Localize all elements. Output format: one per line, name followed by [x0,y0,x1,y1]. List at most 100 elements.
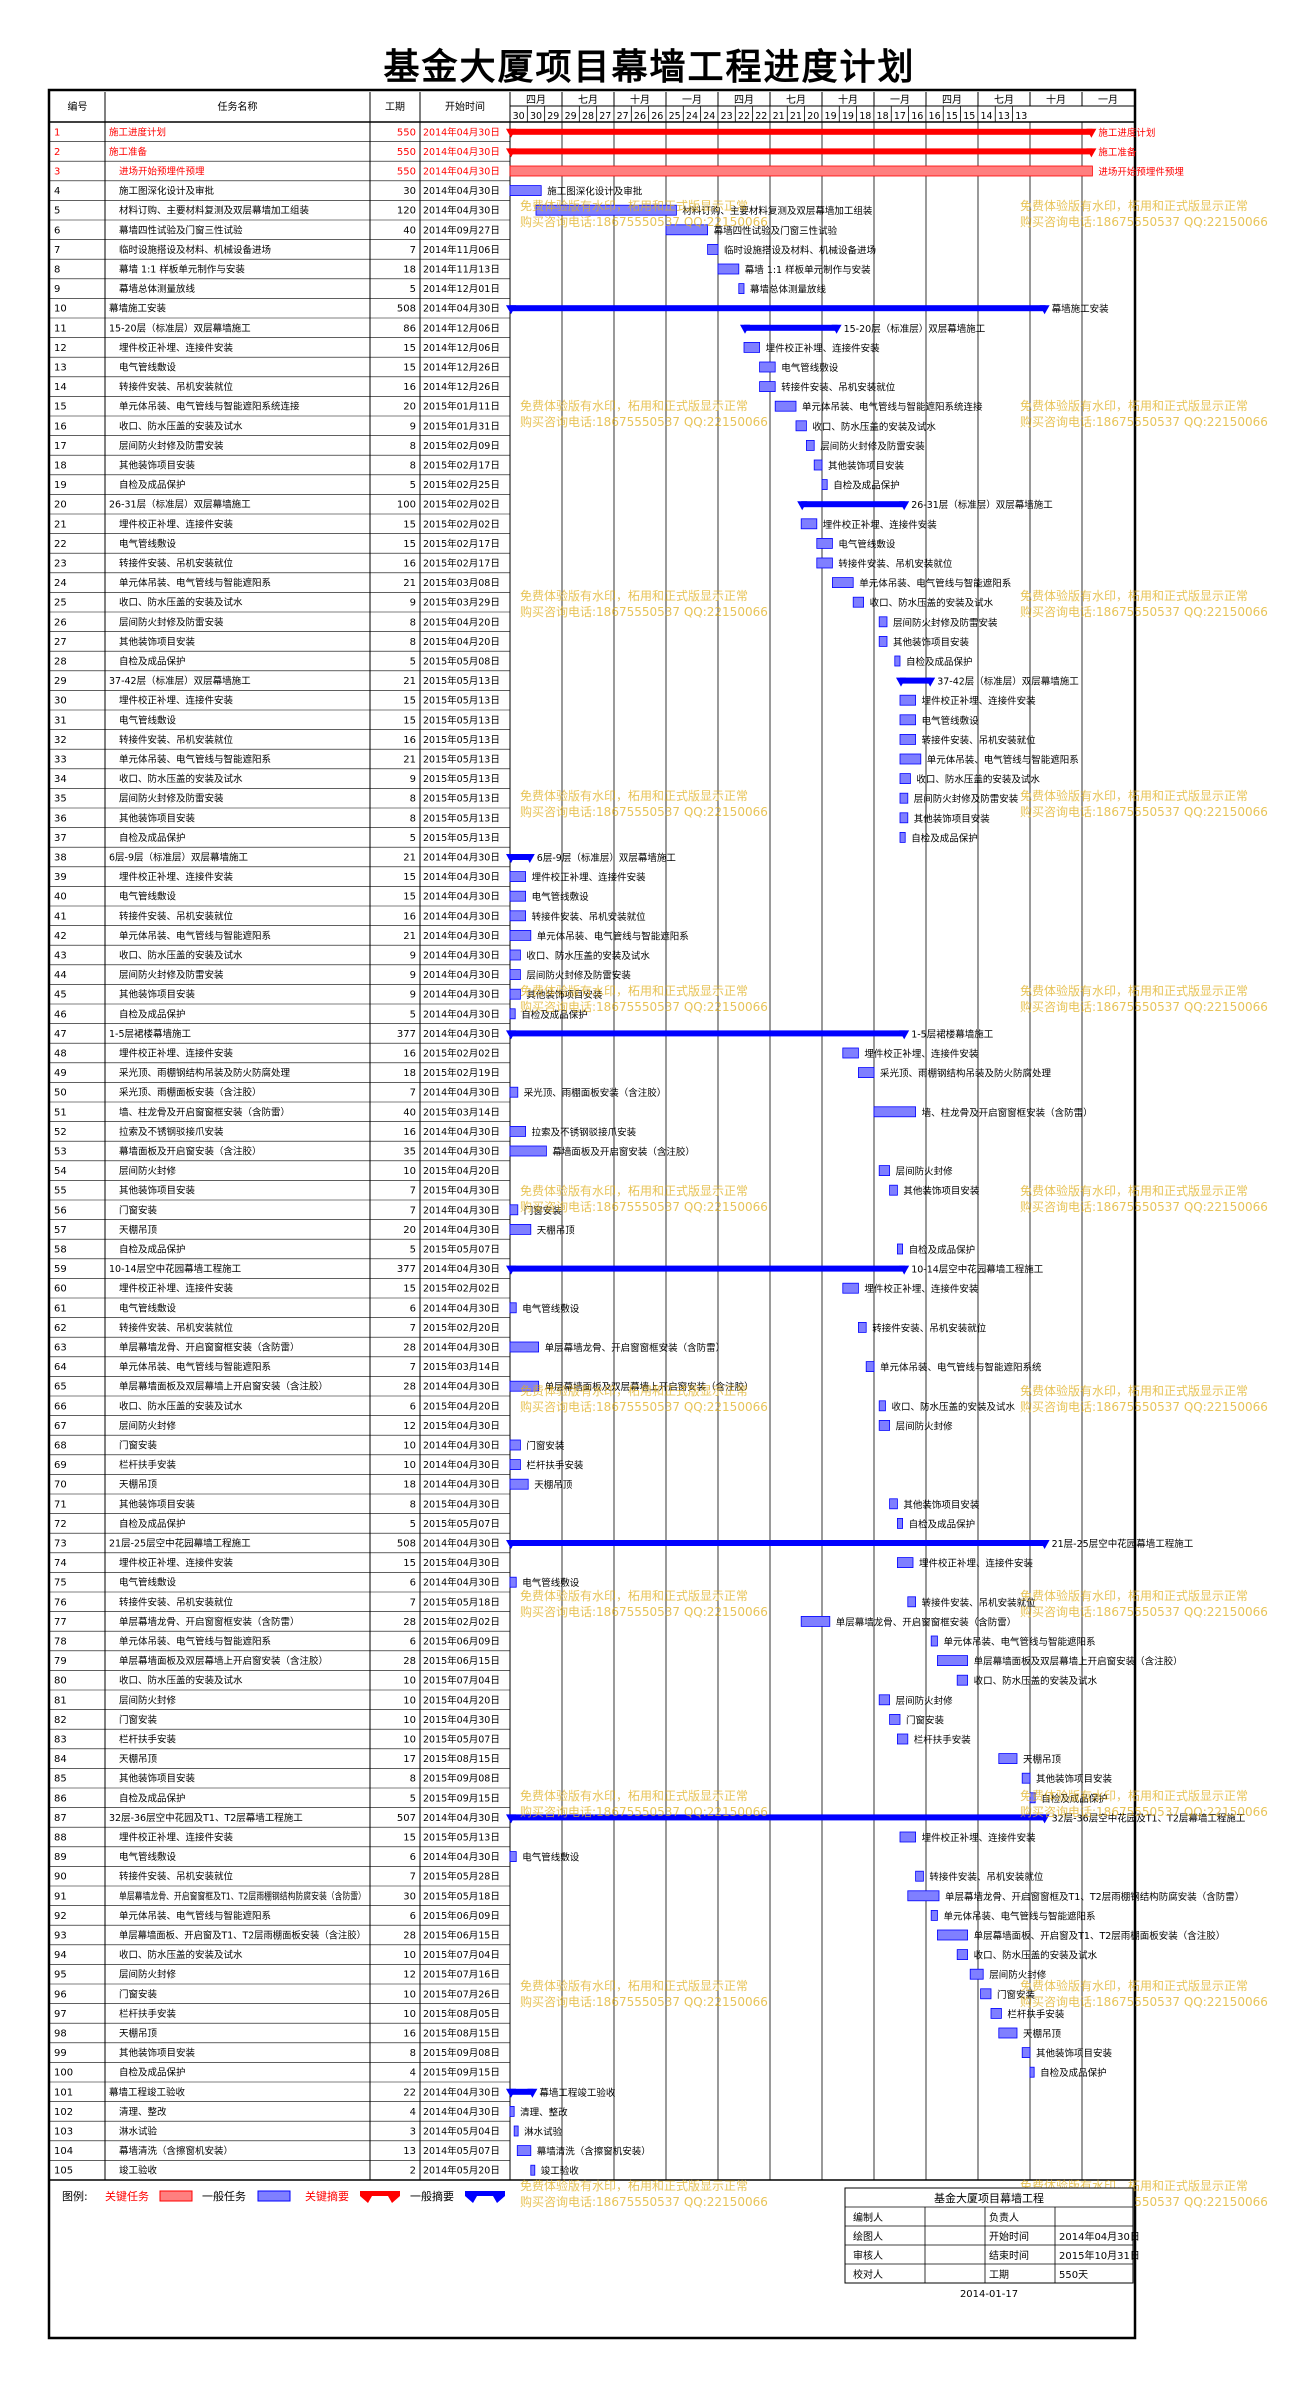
task-duration: 16 [403,382,416,393]
task-id: 72 [54,1519,67,1530]
task-start: 2014年04月30日 [423,1302,500,1314]
task-id: 75 [54,1578,67,1589]
task-duration: 21 [403,676,416,687]
task-bar [956,1949,969,1960]
bar-label: 临时设施搭设及材料、机械设备进场 [724,244,876,256]
watermark-line1: 免费体验版有水印，柘用和正式版显示正常 [520,1183,748,1198]
task-start: 2015年04月30日 [423,1498,500,1510]
task-duration: 16 [403,1049,416,1060]
task-start: 2014年04月30日 [423,1479,500,1491]
task-start: 2015年05月13日 [423,793,500,805]
task-id: 47 [54,1029,67,1040]
task-bar [878,1400,886,1412]
watermark-line2: 购买咨询电话:18675550537 QQ:22150066 [1020,1804,1268,1819]
task-duration: 15 [403,892,416,903]
task-name: 10-14层空中花园幕墙工程施工 [109,1263,242,1275]
task-start: 2014年04月30日 [423,930,500,942]
bar-label: 层间防火封修及防雷安装 [526,970,631,982]
task-duration: 16 [403,735,416,746]
task-duration: 9 [410,970,416,981]
bar-label: 26-31层（标准层）双层幕墙施工 [911,499,1053,511]
task-name: 埋件校正补埋、连接件安装 [119,695,234,707]
legend-normal-summary-swatch [465,2191,505,2203]
task-bar [509,1224,532,1235]
bar-label: 其他装饰项目安装 [1036,1773,1113,1785]
task-id: 37 [54,833,67,844]
task-start: 2014年04月30日 [423,146,500,158]
task-bar [806,439,815,451]
task-id: 58 [54,1245,67,1256]
task-bar [717,263,740,275]
task-id: 8 [54,265,60,276]
task-name: 竣工验收 [119,2165,158,2177]
bar-label: 埋件校正补埋、连接件安装 [766,342,881,354]
bar-label: 单层幕墙面板、开启窗及T1、T2层雨棚面板安装（含注胶） [974,1930,1226,1942]
task-start: 2015年05月13日 [423,773,500,785]
task-bar [509,1459,521,1470]
task-name: 其他装饰项目安装 [119,1498,196,1510]
bar-label: 电气管线敷设 [522,1852,580,1864]
task-duration: 13 [403,2146,416,2157]
task-id: 34 [54,774,67,785]
task-start: 2014年04月30日 [423,1087,500,1099]
task-bar [889,1498,898,1510]
month-label: 四月 [942,94,962,106]
bar-label: 埋件校正补埋、连接件安装 [919,1558,1034,1570]
task-start: 2014年12月06日 [423,342,500,354]
task-bar [813,459,823,471]
task-name: 收口、防水压盖的安装及试水 [119,1675,243,1687]
task-bar [513,2125,519,2137]
task-start: 2014年04月30日 [423,969,500,981]
task-name: 自检及成品保护 [119,1244,186,1256]
task-name: 施工进度计划 [109,126,166,138]
summary-bar [510,128,1093,135]
task-id: 91 [54,1891,67,1902]
task-id: 105 [54,2166,73,2177]
task-start: 2015年02月02日 [423,1048,500,1060]
task-name: 栏杆扶手安装 [119,1734,177,1746]
task-start: 2015年02月25日 [423,479,500,491]
task-name: 自检及成品保护 [119,1008,186,1020]
task-start: 2014年04月30日 [423,1538,500,1550]
watermark-line2: 购买咨询电话:18675550537 QQ:22150066 [520,1199,768,1214]
task-id: 64 [54,1362,67,1373]
bar-label: 采光顶、雨棚面板安装（含注胶） [524,1087,667,1099]
task-name: 层间防火封修 [119,1969,177,1981]
task-duration: 30 [403,186,416,197]
task-bar [899,812,909,824]
watermark-line1: 免费体验版有水印，柘用和正式版显示正常 [1020,788,1248,803]
task-start: 2014年04月30日 [423,1204,500,1216]
task-bar [899,1831,916,1843]
watermark-line1: 免费体验版有水印，柘用和正式版显示正常 [1020,398,1248,413]
task-start: 2014年04月30日 [423,1126,500,1138]
task-id: 56 [54,1205,67,1216]
task-duration: 20 [403,402,416,413]
info-value: 550天 [1059,2270,1088,2281]
task-bar [998,2027,1018,2039]
bar-label: 施工进度计划 [1098,127,1155,139]
task-id: 45 [54,990,67,1001]
task-id: 73 [54,1539,67,1550]
legend-normal-summary: 一般摘要 [410,2189,454,2203]
legend-normal-task: 一般任务 [202,2190,246,2203]
task-id: 97 [54,2009,67,2020]
bar-label: 层间防火封修及防雷安装 [914,793,1019,805]
bar-label: 其他装饰项目安装 [1036,2048,1113,2060]
task-start: 2015年05月07日 [423,1734,500,1746]
bar-label: 自检及成品保护 [833,480,900,492]
task-name: 单元体吊装、电气管线与智能遮阳系 [119,577,271,589]
task-duration: 6 [410,1303,416,1314]
task-duration: 5 [410,657,416,668]
bar-label: 层间防火封修 [896,1166,954,1178]
task-duration: 7 [410,245,416,256]
legend-label: 图例: [62,2189,88,2203]
watermark-line1: 免费体验版有水印，柘用和正式版显示正常 [1020,1383,1248,1398]
bar-label: 天棚吊顶 [1023,1754,1062,1766]
task-duration: 15 [403,715,416,726]
task-bar [842,1282,859,1294]
task-id: 14 [54,382,67,393]
task-id: 5 [54,206,60,217]
task-id: 104 [54,2146,73,2157]
task-start: 2014年04月30日 [423,166,500,178]
task-id: 15 [54,402,67,413]
